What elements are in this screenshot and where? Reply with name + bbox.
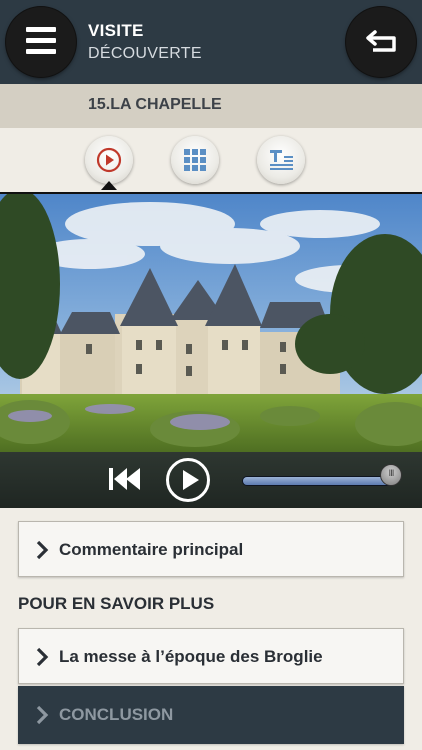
back-button[interactable] — [346, 7, 416, 77]
list-item-messe[interactable]: La messe à l’époque des Broglie — [18, 628, 404, 684]
section-bar: 15.LA CHAPELLE — [0, 84, 422, 128]
chevron-right-icon — [36, 540, 49, 560]
text-lines-icon — [270, 150, 293, 170]
chateau-photo — [0, 194, 422, 452]
return-arrow-icon — [366, 30, 396, 52]
grid-icon — [184, 149, 206, 171]
list-item-conclusion[interactable]: CONCLUSION — [18, 686, 404, 744]
item-label: La messe à l’époque des Broglie — [59, 647, 323, 666]
chevron-right-icon — [36, 647, 49, 667]
chevron-right-icon — [36, 705, 49, 725]
progress-fill — [243, 477, 390, 485]
main-commentary-item[interactable]: Commentaire principal — [18, 521, 404, 577]
header-title: VISITE — [88, 21, 144, 40]
active-tab-pointer — [101, 181, 117, 190]
section-title: 15.LA CHAPELLE — [88, 96, 222, 113]
audio-player — [0, 452, 422, 508]
tab-gallery[interactable] — [171, 136, 219, 184]
menu-button[interactable] — [6, 7, 76, 77]
progress-thumb[interactable] — [379, 464, 402, 486]
app-header: VISITE DÉCOUVERTE — [0, 0, 422, 84]
progress-bar[interactable] — [242, 476, 394, 486]
item-label: Commentaire principal — [59, 540, 244, 559]
header-subtitle: DÉCOUVERTE — [88, 45, 202, 62]
hamburger-menu-icon — [26, 27, 56, 57]
tab-audio[interactable] — [85, 136, 133, 184]
tab-bar — [0, 128, 422, 194]
item-label: CONCLUSION — [59, 705, 174, 724]
play-circle-icon — [96, 147, 122, 173]
tab-text[interactable] — [257, 136, 305, 184]
play-button[interactable] — [166, 458, 210, 502]
more-info-heading: POUR EN SAVOIR PLUS — [18, 594, 215, 613]
skip-back-icon[interactable] — [108, 466, 144, 492]
